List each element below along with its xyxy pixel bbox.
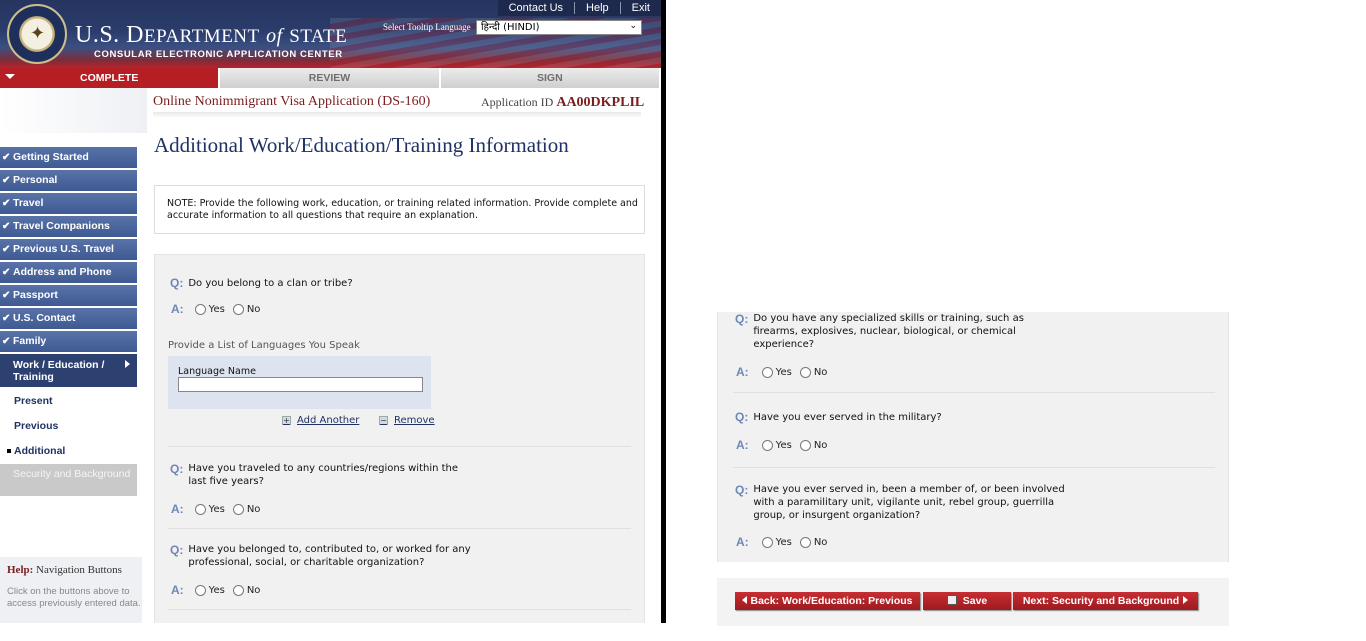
plus-icon: + (282, 416, 291, 425)
tooltip-language-label: Select Tooltip Language (383, 22, 471, 32)
check-icon: ✔ (2, 221, 11, 232)
check-icon: ✔ (2, 198, 11, 209)
add-another-link[interactable]: + Add Another (282, 415, 359, 426)
state-department-seal: ✦ (7, 4, 67, 64)
help-box: Help: Navigation Buttons Click on the bu… (0, 557, 142, 623)
progress-tabs: COMPLETE REVIEW SIGN (0, 68, 661, 88)
page-title: Additional Work/Education/Training Infor… (154, 133, 569, 157)
traveled-no-radio[interactable]: No (232, 503, 260, 515)
check-icon: ✔ (2, 244, 11, 255)
clan-no-radio[interactable]: No (232, 303, 260, 315)
answer-belonged: A: Yes No (171, 583, 261, 597)
check-icon: ✔ (2, 313, 11, 324)
chevron-right-icon (125, 360, 130, 368)
chevron-down-icon: ⌄ (629, 21, 637, 31)
military-yes-radio[interactable]: Yes (761, 439, 792, 451)
site-header: Contact Us Help Exit ✦ U.S. DEPARTMENT o… (0, 0, 661, 68)
sidebar-item-personal[interactable]: ✔ Personal (0, 170, 137, 191)
belonged-yes-radio[interactable]: Yes (194, 584, 225, 596)
clan-yes-radio[interactable]: Yes (194, 303, 225, 315)
sidebar-sub-present[interactable]: Present (0, 389, 137, 414)
languages-box: Language Name (168, 356, 431, 409)
panel-divider (661, 0, 666, 623)
help-title: Help: Navigation Buttons (7, 564, 122, 576)
top-links: Contact Us Help Exit (497, 0, 661, 16)
exit-link[interactable]: Exit (619, 2, 661, 14)
sidebar-top-shade (0, 88, 147, 133)
sidebar-item-getting-started[interactable]: ✔ Getting Started (0, 147, 137, 168)
minus-icon: − (379, 416, 388, 425)
check-icon: ✔ (2, 267, 11, 278)
question-military: Q: Have you ever served in the military? (735, 410, 942, 424)
divider (733, 467, 1215, 468)
sidebar-item-travel[interactable]: ✔ Travel (0, 193, 137, 214)
back-button[interactable]: Back: Work/Education: Previous (735, 592, 920, 610)
tab-review[interactable]: REVIEW (220, 68, 441, 88)
tooltip-language-select[interactable]: हिन्दी (HINDI) ⌄ (476, 20, 642, 35)
divider (168, 528, 631, 529)
application-id: Application ID AA00DKPLIL (481, 95, 645, 110)
tab-complete[interactable]: COMPLETE (0, 68, 221, 88)
sidebar-item-address-phone[interactable]: ✔ Address and Phone (0, 262, 137, 283)
next-button[interactable]: Next: Security and Background (1013, 592, 1198, 610)
save-disk-icon (946, 595, 957, 605)
chevron-right-icon (1183, 596, 1189, 604)
divider (168, 609, 631, 610)
belonged-no-radio[interactable]: No (232, 584, 260, 596)
answer-military: A: Yes No (736, 438, 828, 452)
sidebar-item-us-contact[interactable]: ✔ U.S. Contact (0, 308, 137, 329)
check-icon: ✔ (2, 336, 11, 347)
check-icon: ✔ (2, 175, 11, 186)
eagle-icon: ✦ (30, 23, 46, 44)
question-skills: Q: Do you have any specialized skills or… (735, 312, 1024, 350)
sidebar-item-passport[interactable]: ✔ Passport (0, 285, 137, 306)
help-link[interactable]: Help (574, 2, 620, 14)
divider (168, 446, 631, 447)
chevron-left-icon (742, 596, 748, 604)
title-divider (153, 112, 641, 118)
brand-subtitle: CONSULAR ELECTRONIC APPLICATION CENTER (94, 49, 343, 60)
language-name-input[interactable] (178, 377, 423, 392)
brand-title: U.S. DEPARTMENT of STATE (75, 22, 348, 48)
caret-down-icon (5, 74, 15, 79)
question-traveled: Q: Have you traveled to any countries/re… (170, 462, 459, 487)
language-name-label: Language Name (178, 366, 256, 377)
help-body: Click on the buttons above to access pre… (7, 586, 141, 609)
languages-section-label: Provide a List of Languages You Speak (168, 340, 360, 351)
sidebar-item-security-background: Security and Background (0, 464, 137, 496)
military-no-radio[interactable]: No (799, 439, 827, 451)
sidebar-item-work-education[interactable]: Work / Education / Training (0, 354, 137, 387)
tab-sign[interactable]: SIGN (440, 68, 661, 88)
sidebar-item-travel-companions[interactable]: ✔ Travel Companions (0, 216, 137, 237)
current-marker-icon (7, 449, 11, 453)
question-clan: Q: Do you belong to a clan or tribe? (170, 276, 353, 290)
sidebar-item-family[interactable]: ✔ Family (0, 331, 137, 352)
remove-link[interactable]: − Remove (379, 415, 435, 426)
left-screenshot-panel: Contact Us Help Exit ✦ U.S. DEPARTMENT o… (0, 0, 661, 623)
answer-skills: A: Yes No (736, 365, 828, 379)
answer-traveled: A: Yes No (171, 502, 261, 516)
note-box: NOTE: Provide the following work, educat… (154, 185, 645, 234)
check-icon: ✔ (2, 152, 11, 163)
sidebar-item-previous-us-travel[interactable]: ✔ Previous U.S. Travel (0, 239, 137, 260)
answer-paramilitary: A: Yes No (736, 535, 828, 549)
sidebar-sub-previous[interactable]: Previous (0, 414, 137, 439)
question-paramilitary: Q: Have you ever served in, been a membe… (735, 483, 1065, 521)
skills-yes-radio[interactable]: Yes (761, 366, 792, 378)
sidebar-nav: ✔ Getting Started ✔ Personal ✔ Travel ✔ Trav… (0, 147, 137, 498)
form-title: Online Nonimmigrant Visa Application (DS… (153, 94, 431, 109)
divider (733, 392, 1215, 393)
save-button[interactable]: Save (923, 592, 1011, 610)
contact-us-link[interactable]: Contact Us (498, 2, 574, 14)
traveled-yes-radio[interactable]: Yes (194, 503, 225, 515)
question-belonged: Q: Have you belonged to, contributed to,… (170, 543, 471, 568)
answer-clan: A: Yes No (171, 302, 261, 316)
sidebar-sub-additional[interactable]: Additional (0, 439, 137, 464)
paramilitary-yes-radio[interactable]: Yes (761, 536, 792, 548)
paramilitary-no-radio[interactable]: No (799, 536, 827, 548)
skills-no-radio[interactable]: No (799, 366, 827, 378)
check-icon: ✔ (2, 290, 11, 301)
